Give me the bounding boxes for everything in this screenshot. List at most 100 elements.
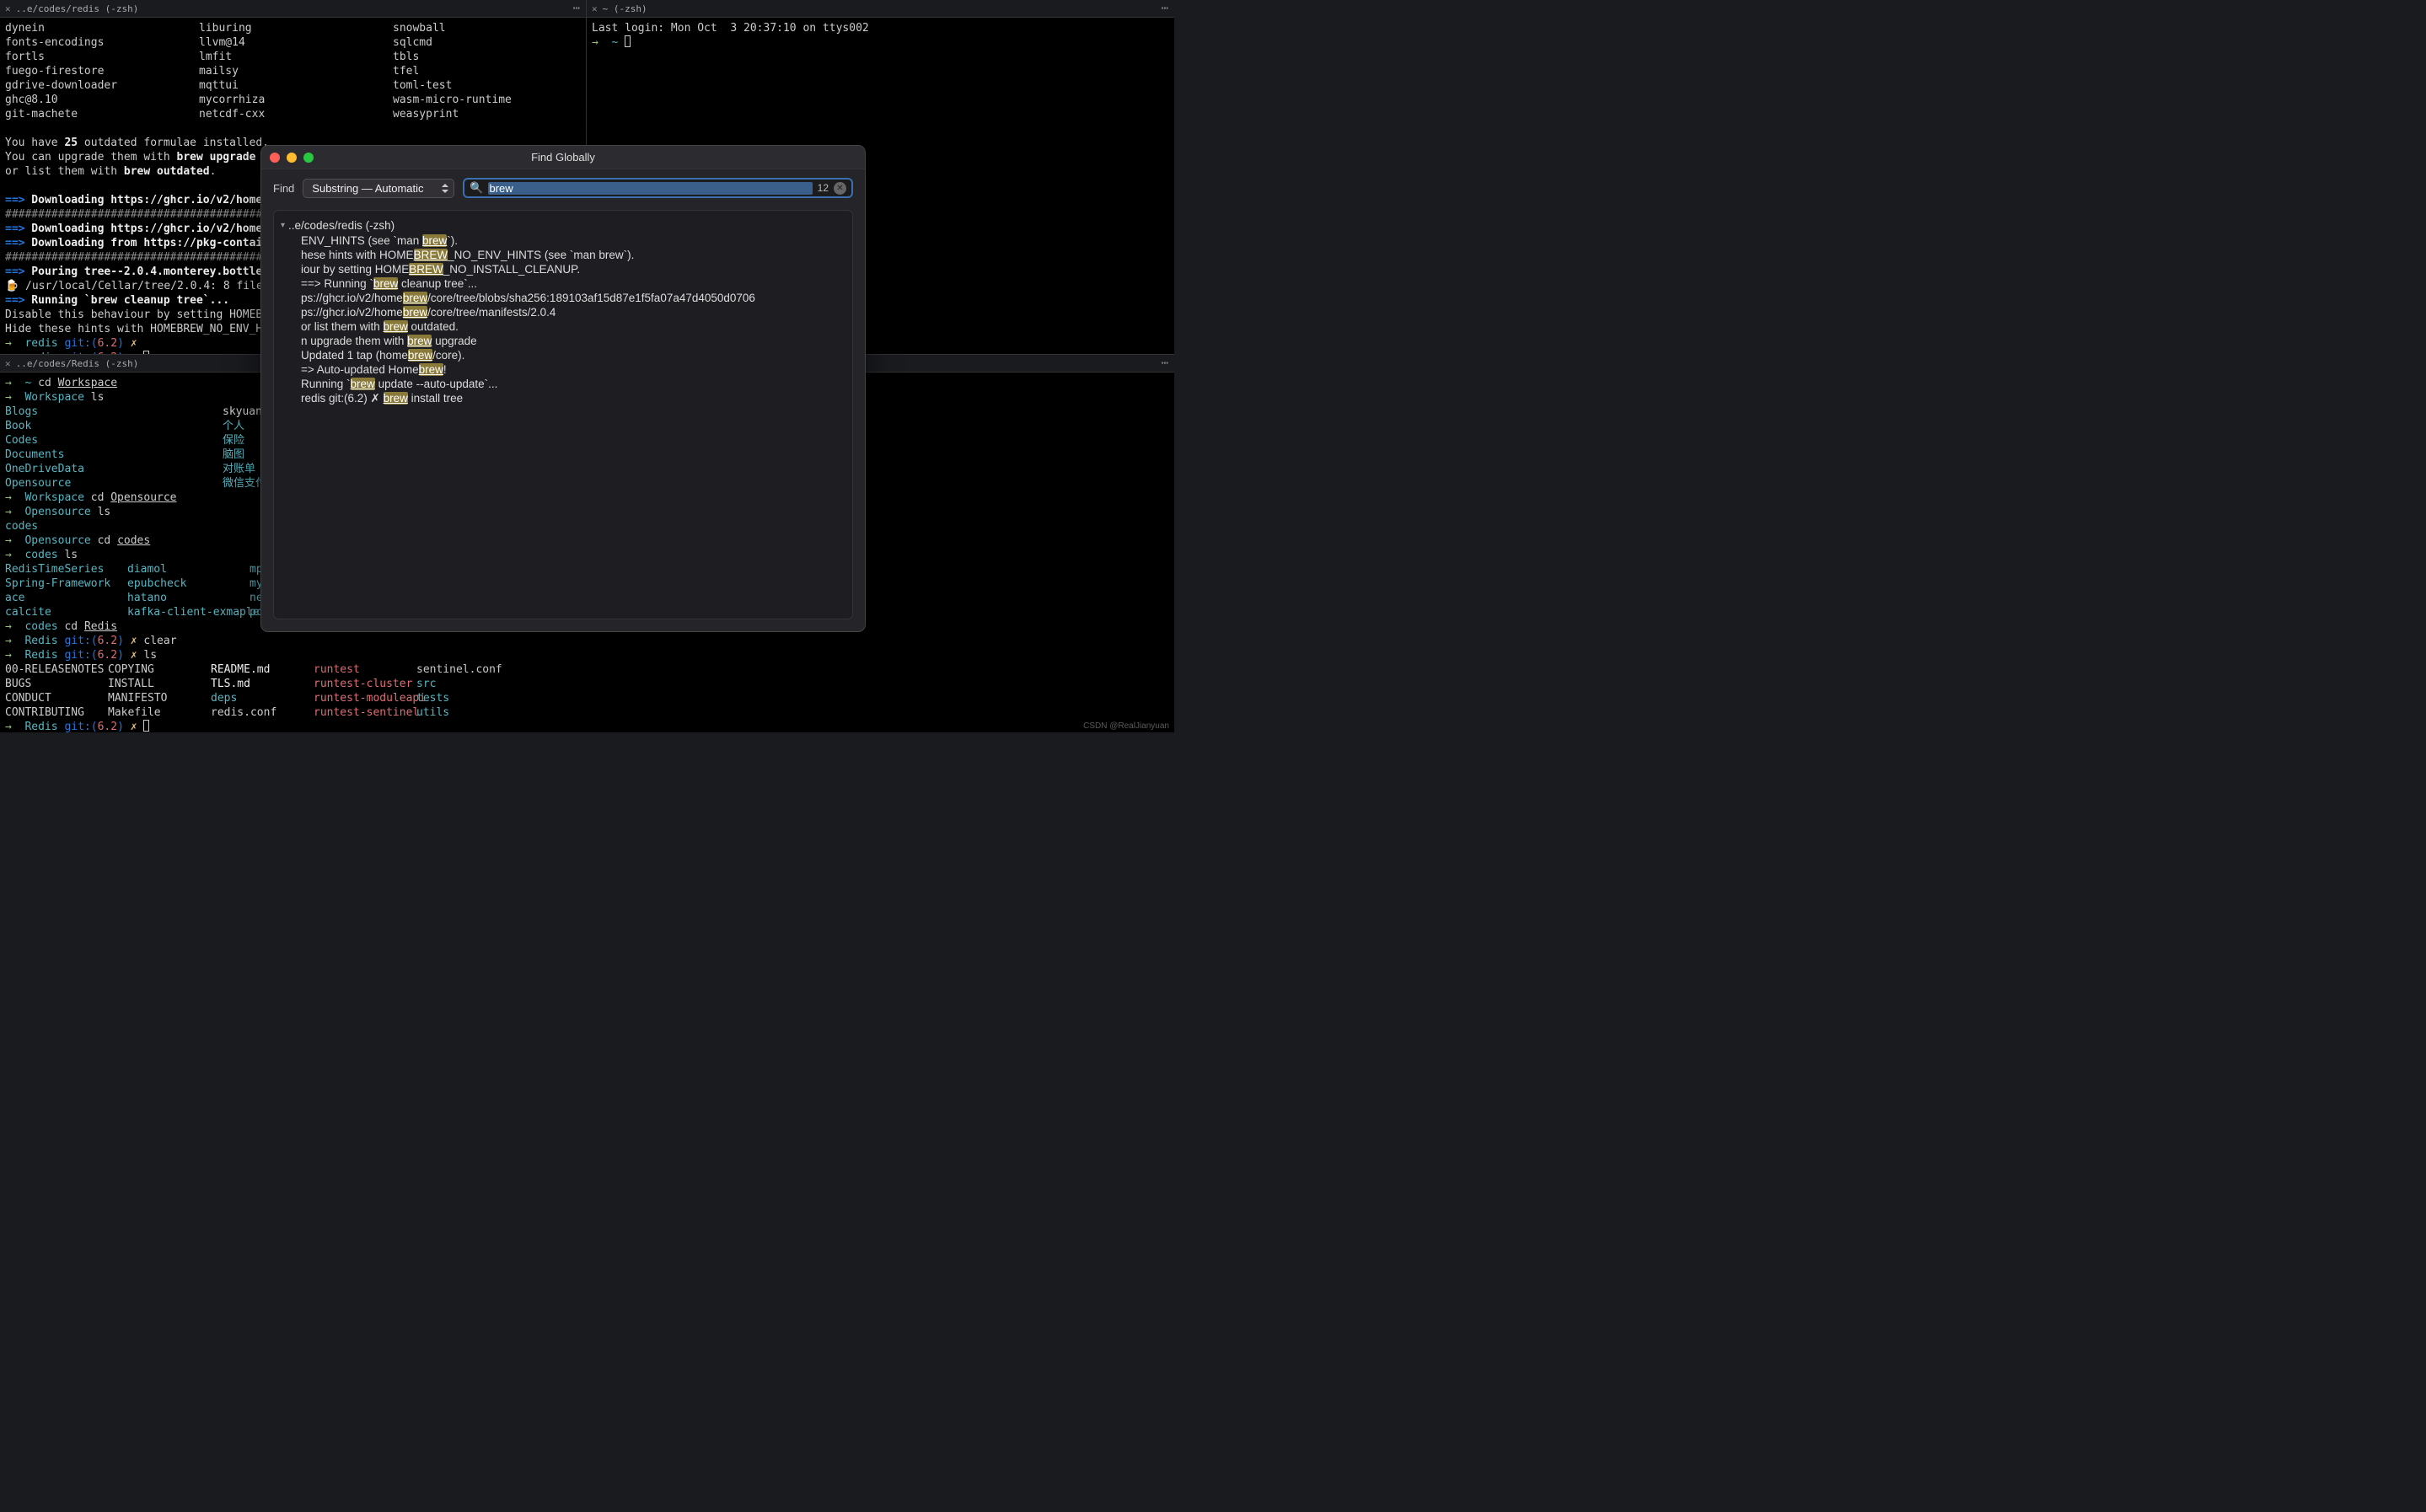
result-group-header[interactable]: ▾ ..e/codes/redis (-zsh) <box>277 217 849 233</box>
file: INSTALL <box>108 677 211 691</box>
prompt-path: ~ <box>12 377 38 389</box>
pane-title: ~ (-zsh) <box>603 3 1162 14</box>
dir: 对账单 <box>223 463 255 475</box>
pane-menu-icon[interactable]: ⋯ <box>573 2 581 15</box>
result-line[interactable]: ==> Running `brew cleanup tree`... <box>277 276 849 291</box>
chevron-down-icon: ▾ <box>281 221 285 230</box>
cmd-arg: Redis <box>84 620 117 633</box>
git-suffix: ) <box>117 635 124 647</box>
pane-menu-icon[interactable]: ⋯ <box>1162 357 1169 370</box>
formula: toml-test <box>393 79 452 92</box>
text: or list them with <box>5 165 124 178</box>
search-field[interactable]: 🔍 brew 12 ✕ <box>463 178 853 198</box>
prompt-path: Redis <box>12 649 65 662</box>
file: MANIFESTO <box>108 691 211 705</box>
search-input[interactable]: brew <box>488 182 812 195</box>
file: CONDUCT <box>5 691 108 705</box>
pane-tab-bar: ✕ ..e/codes/redis (-zsh) ⋯ <box>0 0 586 18</box>
dirty-icon: ✗ <box>124 351 137 354</box>
prompt-path: Redis <box>12 635 65 647</box>
pane-menu-icon[interactable]: ⋯ <box>1162 2 1169 15</box>
git-branch: 6.2 <box>98 635 117 647</box>
cmd: ls <box>91 391 105 404</box>
window-close-icon[interactable] <box>270 153 280 163</box>
git-branch: 6.2 <box>98 721 117 732</box>
git-prefix: git:( <box>64 351 97 354</box>
dir: deps <box>211 691 314 705</box>
dir: Blogs <box>5 405 223 419</box>
prompt-arrow-icon: → <box>5 391 12 404</box>
formula: sqlcmd <box>393 36 432 49</box>
file: sentinel.conf <box>416 663 502 676</box>
formula: weasyprint <box>393 108 459 121</box>
git-branch: 6.2 <box>98 337 117 350</box>
window-minimize-icon[interactable] <box>287 153 297 163</box>
formula: ghc@8.10 <box>5 93 199 107</box>
dirty-icon: ✗ <box>124 649 143 662</box>
results-list[interactable]: ▾ ..e/codes/redis (-zsh) ENV_HINTS (see … <box>273 210 853 619</box>
dir: codes <box>5 520 38 533</box>
dialog-toolbar: Find Substring — Automatic 🔍 brew 12 ✕ <box>261 169 865 206</box>
exec-file: runtest-cluster <box>314 677 416 691</box>
formula: fonts-encodings <box>5 35 199 50</box>
exec-file: runtest-moduleapi <box>314 691 416 705</box>
beer-icon: 🍺 <box>5 280 19 292</box>
find-globally-dialog: Find Globally Find Substring — Automatic… <box>260 145 866 632</box>
result-line[interactable]: ENV_HINTS (see `man brew`). <box>277 233 849 248</box>
git-branch: 6.2 <box>98 649 117 662</box>
text: You have <box>5 137 64 149</box>
file: README.md <box>211 662 314 677</box>
dir: tests <box>416 692 449 705</box>
tab-close-icon[interactable]: ✕ <box>592 3 598 14</box>
cmd: cd <box>98 534 117 547</box>
cmd: brew outdated <box>124 165 210 178</box>
prompt-arrow-icon: → <box>5 377 12 389</box>
prompt-path: Opensource <box>12 506 98 518</box>
prompt-path: Workspace <box>12 391 91 404</box>
file: TLS.md <box>211 677 314 691</box>
result-line[interactable]: ps://ghcr.io/v2/homebrew/core/tree/manif… <box>277 305 849 319</box>
file: COPYING <box>108 662 211 677</box>
dir: ace <box>5 591 127 605</box>
dir: calcite <box>5 605 127 619</box>
result-line[interactable]: Running `brew update --auto-update`... <box>277 377 849 391</box>
prompt-arrow-icon: → <box>5 721 12 732</box>
formula: fortls <box>5 50 199 64</box>
prompt-arrow-icon: → <box>5 491 12 504</box>
clear-search-icon[interactable]: ✕ <box>834 182 846 195</box>
result-line[interactable]: redis git:(6.2) ✗ brew install tree <box>277 391 849 406</box>
arrow-icon: ==> <box>5 294 24 307</box>
hint-line: Disable this behaviour by setting HOMEBR… <box>5 308 302 321</box>
running-line: Running `brew cleanup tree`... <box>24 294 229 307</box>
prompt-arrow-icon: → <box>5 635 12 647</box>
prompt-arrow-icon: → <box>5 549 12 561</box>
git-branch: 6.2 <box>98 351 117 354</box>
formula: snowball <box>393 22 446 35</box>
cmd: cd <box>38 377 57 389</box>
result-line[interactable]: n upgrade them with brew upgrade <box>277 334 849 348</box>
formula: lmfit <box>199 50 393 64</box>
result-line[interactable]: or list them with brew outdated. <box>277 319 849 334</box>
window-zoom-icon[interactable] <box>303 153 314 163</box>
match-mode-select[interactable]: Substring — Automatic <box>303 179 454 198</box>
tab-close-icon[interactable]: ✕ <box>5 358 11 369</box>
formula: dynein <box>5 21 199 35</box>
formula: tfel <box>393 65 419 78</box>
result-line[interactable]: hese hints with HOMEBREW_NO_ENV_HINTS (s… <box>277 248 849 262</box>
dir: Spring-Framework <box>5 576 127 591</box>
cmd: ls <box>143 649 157 662</box>
formula: git-machete <box>5 107 199 121</box>
result-line[interactable]: => Auto-updated Homebrew! <box>277 362 849 377</box>
count: 25 <box>64 137 78 149</box>
tab-close-icon[interactable]: ✕ <box>5 3 11 14</box>
formula: mqttui <box>199 78 393 93</box>
result-line[interactable]: iour by setting HOMEBREW_NO_INSTALL_CLEA… <box>277 262 849 276</box>
dialog-titlebar[interactable]: Find Globally <box>261 146 865 169</box>
dir: Codes <box>5 433 223 448</box>
dir: epubcheck <box>127 576 250 591</box>
prompt-path: Workspace <box>12 491 91 504</box>
formula: mycorrhiza <box>199 93 393 107</box>
dirty-icon: ✗ <box>124 337 137 350</box>
result-line[interactable]: Updated 1 tap (homebrew/core). <box>277 348 849 362</box>
result-line[interactable]: ps://ghcr.io/v2/homebrew/core/tree/blobs… <box>277 291 849 305</box>
